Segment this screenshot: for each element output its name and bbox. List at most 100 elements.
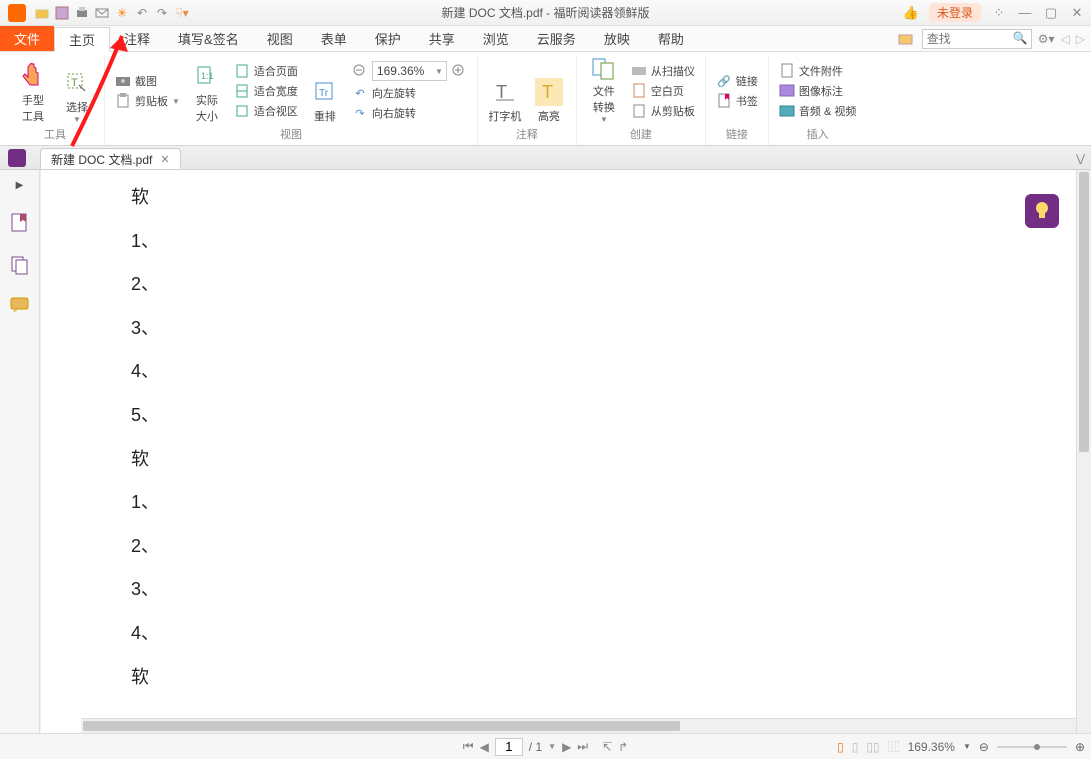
horizontal-scrollbar[interactable] [81, 718, 1076, 733]
typewriter-button[interactable]: T 打字机 [486, 56, 524, 126]
menu-bar: 文件 主页 注释 填写&签名 视图 表单 保护 共享 浏览 云服务 放映 帮助 … [0, 26, 1091, 52]
comments-panel-icon[interactable] [10, 297, 30, 317]
expand-panel-icon[interactable]: ▶ [16, 180, 24, 191]
redo-icon[interactable]: ↷ [154, 5, 170, 21]
first-page-icon[interactable]: ⏮ [463, 739, 474, 754]
bookmark-button[interactable]: 书签 [714, 92, 760, 110]
grid-icon[interactable]: ⁘ [991, 6, 1007, 20]
zoom-out-icon[interactable] [352, 63, 368, 79]
actual-size-button[interactable]: 1:1 实际 大小 [188, 56, 226, 126]
undo-icon[interactable]: ↶ [134, 5, 150, 21]
link-button[interactable]: 🔗链接 [714, 72, 760, 90]
attachment-button[interactable]: 文件附件 [777, 62, 858, 80]
group-label-annot: 注释 [516, 126, 538, 142]
zoom-out-status-icon[interactable]: ⊖ [979, 740, 989, 754]
view-continuous-icon[interactable]: ▯ [852, 740, 859, 754]
bookmark-panel-icon[interactable] [10, 213, 30, 233]
folder-search-icon[interactable] [898, 31, 916, 47]
fit-view-button[interactable]: 适合视区 [232, 102, 300, 120]
view-facing-icon[interactable]: ▯▯ [866, 740, 879, 754]
from-scanner-button[interactable]: 从扫描仪 [629, 62, 697, 80]
menu-fill[interactable]: 填写&签名 [164, 26, 253, 51]
menu-help[interactable]: 帮助 [644, 26, 698, 51]
menu-annot[interactable]: 注释 [110, 26, 164, 51]
svg-text:Tr: Tr [319, 88, 329, 99]
group-label-create: 创建 [630, 126, 652, 142]
group-label-link: 链接 [726, 126, 748, 142]
settings-icon[interactable]: ⚙▾ [1038, 32, 1055, 46]
view-cont-facing-icon[interactable]: ⿲ [888, 738, 900, 755]
next-page-icon[interactable]: ▶ [562, 740, 571, 754]
search-icon[interactable]: 🔍 [1013, 31, 1028, 45]
print-icon[interactable] [74, 5, 90, 21]
window-title: 新建 DOC 文档.pdf - 福昕阅读器领鲜版 [441, 4, 649, 21]
group-label-insert: 插入 [807, 126, 829, 142]
zoom-slider[interactable] [997, 744, 1067, 750]
page-number-input[interactable] [495, 738, 523, 756]
blank-page-button[interactable]: 空白页 [629, 82, 697, 100]
from-clipboard-button[interactable]: 从剪贴板 [629, 102, 697, 120]
nav-fwd-icon[interactable]: ↱ [618, 740, 628, 754]
zoom-input[interactable]: 169.36%▼ [372, 61, 447, 81]
side-panel: ▶ [0, 170, 40, 733]
page-navigator: ⏮ ◀ / 1 ▼ ▶ ⏭ ↸ ↱ [463, 738, 628, 756]
fit-page-button[interactable]: 适合页面 [232, 62, 300, 80]
hand-qat-icon[interactable]: ☟▾ [174, 5, 190, 21]
fit-width-button[interactable]: 适合宽度 [232, 82, 300, 100]
rotate-left-button[interactable]: ↶向左旋转 [350, 84, 469, 102]
clipboard-button[interactable]: 剪贴板▼ [113, 92, 182, 110]
prev-find-icon[interactable]: ◁ [1061, 32, 1070, 46]
status-zoom: 169.36% [908, 740, 955, 754]
highlight-button[interactable]: T 高亮 [530, 56, 568, 126]
next-find-icon[interactable]: ▷ [1076, 32, 1085, 46]
snapshot-button[interactable]: 截图 [113, 72, 182, 90]
maximize-icon[interactable]: ▢ [1043, 6, 1059, 20]
thumbsup-icon[interactable]: 👍 [903, 6, 919, 20]
menu-view[interactable]: 视图 [253, 26, 307, 51]
work-area: ▶ 软1、2、3、4、5、软1、2、3、4、软 [0, 170, 1091, 733]
svg-text:T: T [71, 77, 78, 89]
zoom-in-icon[interactable] [451, 63, 467, 79]
save-icon[interactable] [54, 5, 70, 21]
collapse-ribbon-icon[interactable]: ⋁ [1076, 152, 1085, 165]
convert-button[interactable]: 文件 转换▼ [585, 56, 623, 126]
new-icon[interactable]: ✳ [114, 5, 130, 21]
menu-home[interactable]: 主页 [54, 27, 110, 52]
svg-text:T: T [542, 82, 553, 102]
pages-panel-icon[interactable] [10, 255, 30, 275]
tips-bulb-icon[interactable] [1025, 194, 1059, 228]
reflow-button[interactable]: Tr 重排 [306, 56, 344, 126]
last-page-icon[interactable]: ⏭ [577, 739, 588, 754]
audio-video-button[interactable]: 音频 & 视频 [777, 102, 858, 120]
image-note-button[interactable]: 图像标注 [777, 82, 858, 100]
document-view[interactable]: 软1、2、3、4、5、软1、2、3、4、软 [40, 170, 1091, 733]
page-dropdown-icon[interactable]: ▼ [548, 742, 556, 751]
menu-share[interactable]: 共享 [415, 26, 469, 51]
tab-label: 新建 DOC 文档.pdf [51, 151, 152, 168]
zoom-in-status-icon[interactable]: ⊕ [1075, 740, 1085, 754]
close-icon[interactable]: ✕ [1069, 6, 1085, 20]
select-tool-button[interactable]: T 选择▼ [58, 56, 96, 126]
rotate-right-button[interactable]: ↷向右旋转 [350, 104, 469, 122]
nav-back-icon[interactable]: ↸ [602, 740, 612, 754]
page-content: 软1、2、3、4、5、软1、2、3、4、软 [131, 170, 159, 710]
open-icon[interactable] [34, 5, 50, 21]
tab-close-icon[interactable]: ✕ [160, 153, 169, 166]
menu-protect[interactable]: 保护 [361, 26, 415, 51]
group-label-tools: 工具 [44, 126, 66, 142]
status-bar: ⏮ ◀ / 1 ▼ ▶ ⏭ ↸ ↱ ▯ ▯ ▯▯ ⿲ 169.36% ▼ ⊖ ⊕ [0, 733, 1091, 759]
minimize-icon[interactable]: — [1017, 6, 1033, 20]
menu-cloud[interactable]: 云服务 [523, 26, 590, 51]
prev-page-icon[interactable]: ◀ [480, 740, 489, 754]
zoom-menu-icon[interactable]: ▼ [963, 742, 971, 751]
menu-browse[interactable]: 浏览 [469, 26, 523, 51]
document-tab[interactable]: 新建 DOC 文档.pdf ✕ [40, 148, 181, 169]
hand-tool-button[interactable]: 手型 工具 [14, 56, 52, 126]
menu-form[interactable]: 表单 [307, 26, 361, 51]
menu-slide[interactable]: 放映 [590, 26, 644, 51]
view-single-icon[interactable]: ▯ [837, 740, 844, 754]
mail-icon[interactable] [94, 5, 110, 21]
menu-file[interactable]: 文件 [0, 26, 54, 51]
login-pill[interactable]: 未登录 [929, 3, 981, 22]
vertical-scrollbar[interactable] [1076, 170, 1091, 733]
